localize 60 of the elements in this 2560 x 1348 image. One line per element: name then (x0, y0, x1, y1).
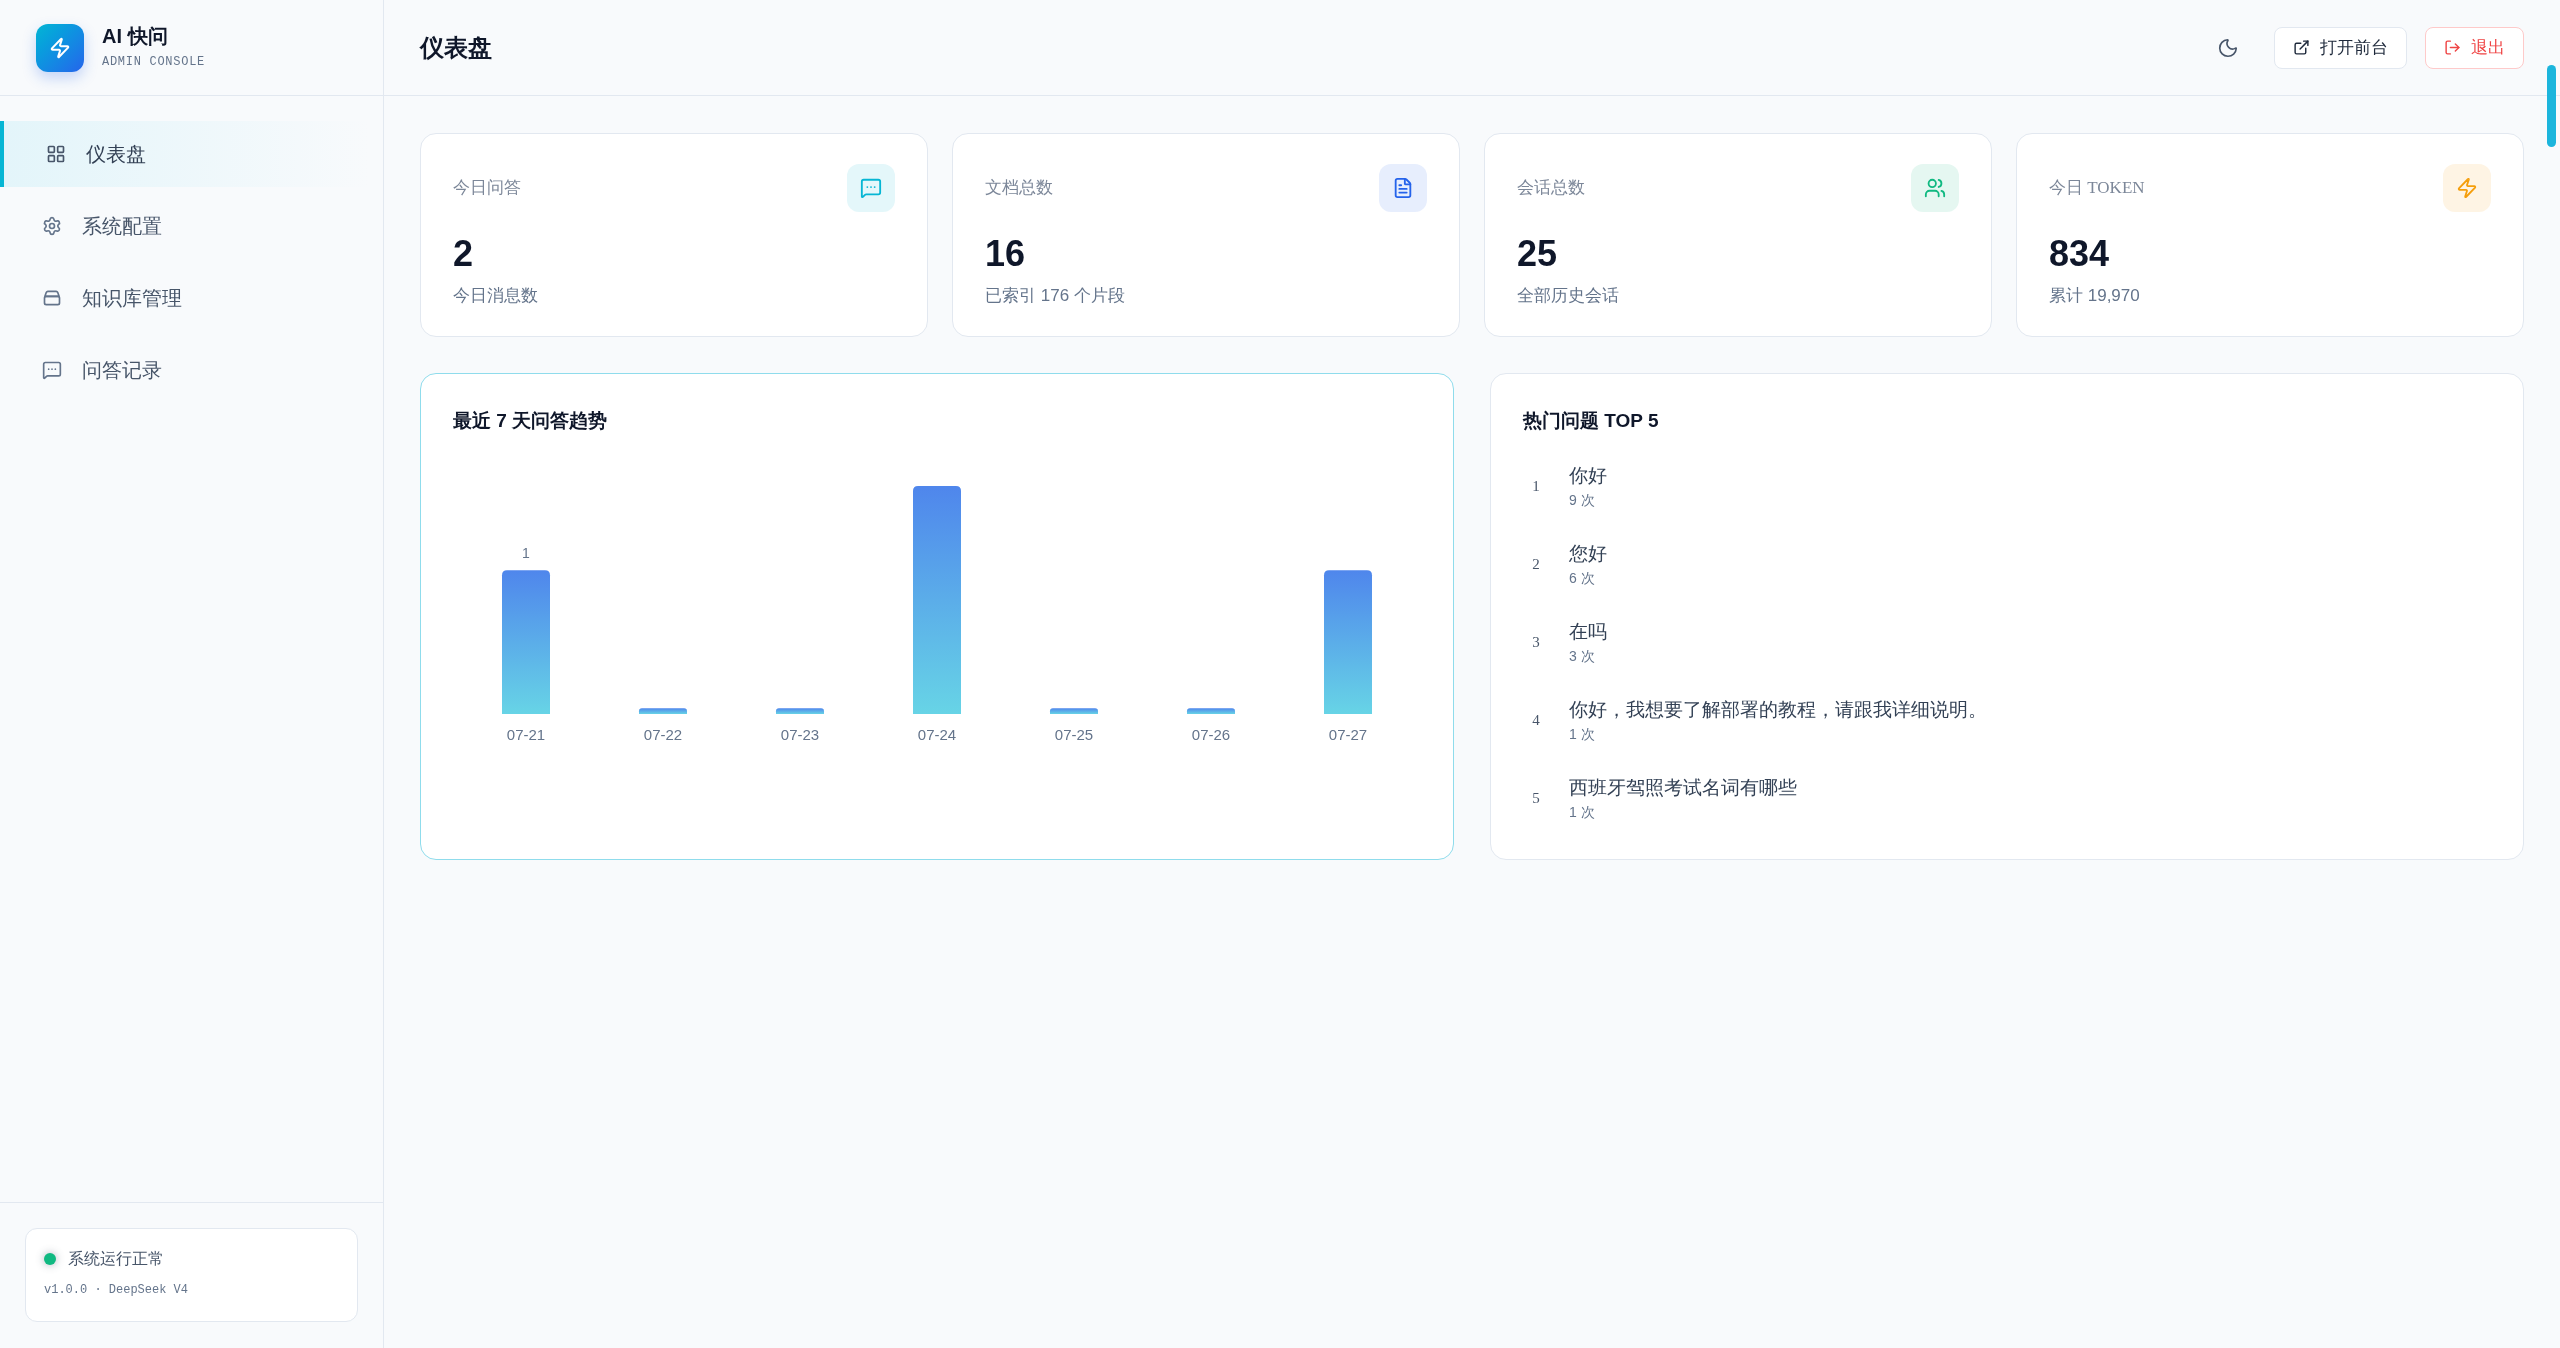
stat-value: 2 (453, 232, 475, 276)
logo-icon (36, 23, 84, 72)
page-title: 仪表盘 (420, 32, 492, 63)
question-text: 你好 (1569, 464, 1607, 488)
grid-icon (46, 144, 66, 164)
nav-item[interactable]: 问答记录 (0, 337, 369, 403)
question-text: 你好，我想要了解部署的教程，请跟我详细说明。 (1569, 698, 1987, 722)
stat-note: 已索引 176 个片段 (985, 285, 1126, 307)
stat-value: 25 (1517, 232, 1559, 276)
chart-bar (1187, 708, 1235, 714)
stat-label: 今日问答 (453, 177, 521, 200)
rank-number: 5 (1531, 788, 1541, 808)
nav-item[interactable]: 系统配置 (0, 193, 369, 259)
version-text: v1.0.0 · DeepSeek V4 (44, 1282, 190, 1299)
axis-label: 07-26 (1191, 726, 1231, 743)
count-text: 3 次 (1569, 647, 1596, 666)
card-title: 最近 7 天问答趋势 (453, 409, 609, 433)
stat-note: 累计 19,970 (2049, 285, 2141, 307)
axis-label: 07-23 (780, 726, 820, 743)
nav-item[interactable]: 知识库管理 (0, 265, 369, 331)
chart-bar (639, 708, 687, 714)
count-text: 6 次 (1569, 569, 1596, 588)
moon-icon (2217, 36, 2239, 59)
box-icon (42, 288, 62, 308)
brand-name: AI 快问 (102, 23, 169, 48)
status-text: 系统运行正常 (68, 1249, 164, 1269)
stat-label: 今日 TOKEN (2049, 177, 2145, 200)
chat-icon (42, 360, 62, 380)
logout-button[interactable]: 退出 (2425, 26, 2524, 69)
count-text: 1 次 (1569, 725, 1596, 744)
logout-icon (2444, 39, 2461, 56)
rank-number: 4 (1531, 710, 1541, 730)
count-text: 9 次 (1569, 491, 1596, 510)
axis-label: 07-22 (643, 726, 683, 743)
stat-note: 全部历史会话 (1517, 285, 1620, 307)
stat-value: 834 (2049, 232, 2111, 276)
count-text: 1 次 (1569, 803, 1596, 822)
gear-icon (42, 216, 62, 236)
external-link-icon (2293, 39, 2310, 56)
chart-bar (1050, 708, 1098, 714)
open-site-button[interactable]: 打开前台 (2274, 26, 2407, 69)
question-text: 西班牙驾照考试名词有哪些 (1569, 776, 1797, 800)
axis-label: 07-24 (917, 726, 957, 743)
card-title: 热门问题 TOP 5 (1523, 409, 1660, 433)
brand-subtitle: ADMIN CONSOLE (102, 53, 205, 71)
rank-number: 2 (1531, 554, 1541, 574)
question-text: 在吗 (1569, 620, 1607, 644)
scrollbar-thumb[interactable] (2547, 65, 2556, 147)
stat-label: 会话总数 (1517, 177, 1585, 200)
chart-bar (776, 708, 824, 714)
axis-label: 07-25 (1054, 726, 1094, 743)
rank-number: 3 (1531, 632, 1541, 652)
stat-value: 16 (985, 232, 1027, 276)
data-label: 1 (522, 545, 530, 562)
axis-label: 07-27 (1328, 726, 1368, 743)
stat-note: 今日消息数 (453, 285, 539, 307)
rank-number: 1 (1531, 476, 1541, 496)
stat-label: 文档总数 (985, 177, 1053, 200)
question-text: 您好 (1569, 542, 1607, 566)
axis-label: 07-21 (506, 726, 546, 743)
